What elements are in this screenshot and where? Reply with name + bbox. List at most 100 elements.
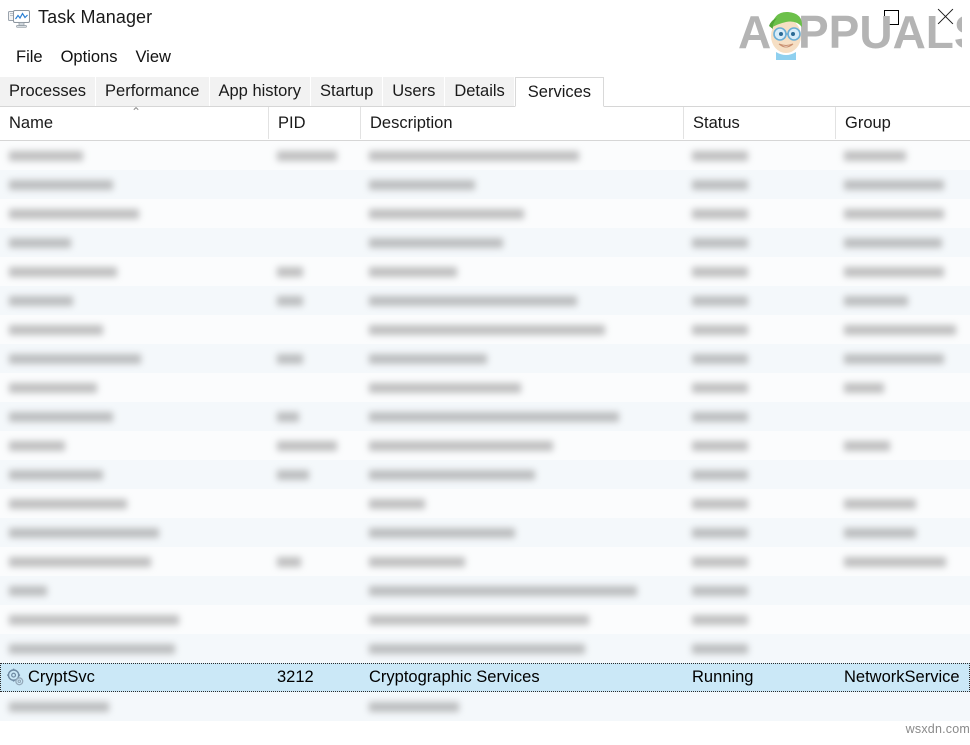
tab-details[interactable]: Details bbox=[445, 77, 515, 106]
menu-item-file[interactable]: File bbox=[7, 46, 52, 70]
cell-service-group bbox=[835, 170, 970, 199]
redacted-text bbox=[9, 237, 71, 248]
tab-processes[interactable]: Processes bbox=[0, 77, 97, 106]
table-row[interactable] bbox=[0, 228, 970, 257]
cell-service-description bbox=[360, 141, 683, 170]
column-header-row: Name ⌃ PID Description Status Group bbox=[0, 106, 970, 141]
table-row[interactable] bbox=[0, 547, 970, 576]
site-watermark: wsxdn.com bbox=[905, 722, 970, 736]
table-row[interactable] bbox=[0, 257, 970, 286]
table-row[interactable] bbox=[0, 431, 970, 460]
redacted-text bbox=[9, 614, 179, 625]
service-rows-below-selection bbox=[0, 692, 970, 721]
table-row[interactable] bbox=[0, 344, 970, 373]
cell-service-pid bbox=[268, 692, 360, 721]
cell-service-status bbox=[683, 518, 835, 547]
cell-service-status bbox=[683, 257, 835, 286]
table-row[interactable] bbox=[0, 315, 970, 344]
redacted-text bbox=[369, 353, 487, 364]
maximize-button[interactable] bbox=[868, 0, 914, 34]
redacted-text bbox=[9, 643, 175, 654]
cell-service-description bbox=[360, 228, 683, 257]
table-row-selected[interactable]: CryptSvc 3212 Cryptographic Services Run… bbox=[0, 663, 970, 692]
column-header-description[interactable]: Description bbox=[360, 107, 683, 139]
cell-service-pid bbox=[268, 489, 360, 518]
redacted-text bbox=[369, 498, 425, 509]
cell-service-description bbox=[360, 605, 683, 634]
cell-service-pid bbox=[268, 257, 360, 286]
table-row[interactable] bbox=[0, 576, 970, 605]
minimize-button[interactable] bbox=[820, 0, 866, 34]
table-row[interactable] bbox=[0, 286, 970, 315]
table-row[interactable] bbox=[0, 199, 970, 228]
redacted-text bbox=[844, 382, 884, 393]
cell-service-pid bbox=[268, 344, 360, 373]
cell-service-pid bbox=[268, 460, 360, 489]
table-row[interactable] bbox=[0, 518, 970, 547]
cell-service-status bbox=[683, 228, 835, 257]
menu-item-view[interactable]: View bbox=[126, 46, 179, 70]
cell-service-pid bbox=[268, 431, 360, 460]
cell-service-name bbox=[0, 460, 268, 489]
tab-services[interactable]: Services bbox=[514, 77, 605, 107]
column-header-group[interactable]: Group bbox=[835, 107, 970, 139]
redacted-text bbox=[277, 556, 301, 567]
cell-service-group bbox=[835, 286, 970, 315]
cell-service-description bbox=[360, 286, 683, 315]
tab-users[interactable]: Users bbox=[383, 77, 446, 106]
table-row[interactable] bbox=[0, 634, 970, 663]
redacted-text bbox=[692, 498, 748, 509]
tab-app-history[interactable]: App history bbox=[209, 77, 312, 106]
cell-service-group: NetworkService bbox=[844, 668, 960, 686]
redacted-text bbox=[277, 150, 337, 161]
service-rows-above-selection bbox=[0, 141, 970, 663]
cell-service-group bbox=[835, 692, 970, 721]
cell-service-group bbox=[835, 460, 970, 489]
redacted-text bbox=[692, 295, 748, 306]
redacted-text bbox=[277, 266, 303, 277]
redacted-text bbox=[692, 353, 748, 364]
redacted-text bbox=[844, 266, 944, 277]
table-row[interactable] bbox=[0, 373, 970, 402]
redacted-text bbox=[844, 440, 890, 451]
redacted-text bbox=[692, 469, 748, 480]
cell-service-status bbox=[683, 605, 835, 634]
cell-service-name bbox=[0, 257, 268, 286]
cell-service-name bbox=[0, 634, 268, 663]
cell-service-pid: 3212 bbox=[277, 668, 314, 686]
maximize-icon bbox=[883, 9, 899, 25]
redacted-text bbox=[844, 295, 908, 306]
table-row[interactable] bbox=[0, 170, 970, 199]
redacted-text bbox=[369, 614, 589, 625]
table-row[interactable] bbox=[0, 489, 970, 518]
table-row[interactable] bbox=[0, 605, 970, 634]
cell-service-name bbox=[0, 576, 268, 605]
column-header-pid[interactable]: PID bbox=[268, 107, 360, 139]
table-row[interactable] bbox=[0, 402, 970, 431]
menu-item-options[interactable]: Options bbox=[52, 46, 127, 70]
cell-service-pid bbox=[268, 547, 360, 576]
table-row[interactable] bbox=[0, 460, 970, 489]
cell-service-status bbox=[683, 141, 835, 170]
close-button[interactable] bbox=[922, 0, 968, 34]
cell-service-pid bbox=[268, 373, 360, 402]
cell-service-pid bbox=[268, 605, 360, 634]
cell-service-description bbox=[360, 402, 683, 431]
cell-service-pid bbox=[268, 402, 360, 431]
redacted-text bbox=[9, 498, 127, 509]
redacted-text bbox=[692, 527, 748, 538]
redacted-text bbox=[844, 237, 942, 248]
redacted-text bbox=[9, 208, 139, 219]
table-row[interactable] bbox=[0, 692, 970, 721]
cell-service-group bbox=[835, 257, 970, 286]
tab-startup[interactable]: Startup bbox=[311, 77, 384, 106]
tab-performance[interactable]: Performance bbox=[96, 77, 210, 106]
cell-service-name bbox=[0, 170, 268, 199]
cell-service-status bbox=[683, 373, 835, 402]
column-header-status[interactable]: Status bbox=[683, 107, 835, 139]
table-row[interactable] bbox=[0, 141, 970, 170]
cell-service-description bbox=[360, 431, 683, 460]
cell-service-group bbox=[835, 576, 970, 605]
redacted-text bbox=[692, 150, 748, 161]
redacted-text bbox=[369, 411, 619, 422]
